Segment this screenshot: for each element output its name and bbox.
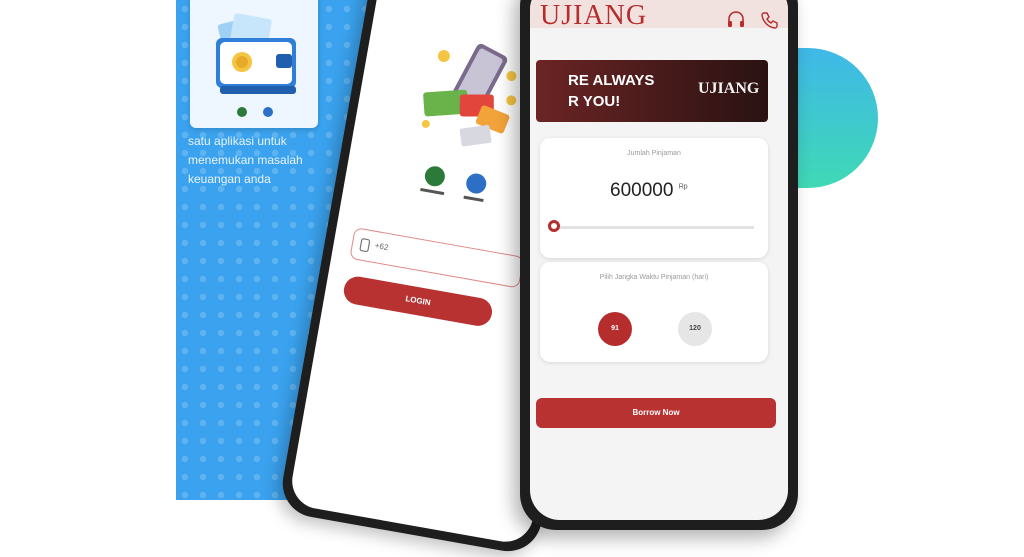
phone-call-icon[interactable] xyxy=(760,10,780,30)
term-option-91[interactable]: 91 xyxy=(598,312,632,346)
brand-logo: UJIANG xyxy=(540,0,648,31)
promo-tagline: satu aplikasi untuk menemukan masalah ke… xyxy=(188,132,358,189)
promo-line: keuangan anda xyxy=(188,172,271,186)
amount-unit: Rp xyxy=(678,183,688,191)
banner-line: R YOU! xyxy=(568,93,621,110)
promo-banner[interactable]: RE ALWAYS R YOU! UJIANG xyxy=(536,60,768,122)
amount-slider[interactable] xyxy=(548,220,754,232)
loan-term-card: Pilih Jangka Waktu Pinjaman (hari) 91 12… xyxy=(540,262,768,362)
app-header: UJIANG xyxy=(530,0,788,31)
phone-loan: UJIANG RE ALWAYS R YOU! UJIANG Jumlah Pi… xyxy=(520,0,798,530)
login-button[interactable]: LOGIN xyxy=(341,274,495,329)
wallet-illustration-card xyxy=(190,0,318,128)
amount-value: 600000 Rp xyxy=(610,180,688,202)
promo-line: satu aplikasi untuk xyxy=(188,134,287,148)
amount-number: 600000 xyxy=(610,180,674,201)
term-option-120[interactable]: 120 xyxy=(678,312,712,346)
borrow-now-button[interactable]: Borrow Now xyxy=(536,398,776,428)
loan-screen: UJIANG RE ALWAYS R YOU! UJIANG Jumlah Pi… xyxy=(530,0,788,520)
phone-input-placeholder: +62 xyxy=(374,240,390,253)
amount-label: Jumlah Pinjaman xyxy=(627,150,681,157)
banner-logo: UJIANG xyxy=(698,80,760,97)
decorative-blob xyxy=(790,48,878,188)
loan-amount-card: Jumlah Pinjaman 600000 Rp xyxy=(540,138,768,258)
wallet-icon xyxy=(216,13,296,117)
phone-icon xyxy=(359,238,371,253)
slider-thumb[interactable] xyxy=(548,220,560,232)
promo-line: menemukan masalah xyxy=(188,153,303,167)
headset-icon[interactable] xyxy=(726,10,746,30)
partner-logos xyxy=(420,166,487,203)
term-label: Pilih Jangka Waktu Pinjaman (hari) xyxy=(599,274,709,281)
banner-line: RE ALWAYS xyxy=(568,72,655,89)
